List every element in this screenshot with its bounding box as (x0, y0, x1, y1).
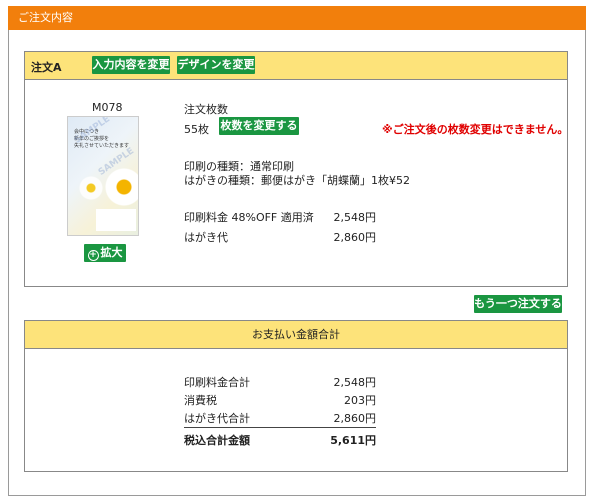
summary-title: お支払い金額合計 (25, 321, 567, 349)
edit-input-button[interactable]: 入力内容を変更 (92, 56, 170, 74)
payment-summary-box: お支払い金額合計 (24, 320, 568, 472)
section-header: ご注文内容 (8, 6, 586, 30)
summary-divider (184, 427, 376, 428)
product-code: M078 (92, 101, 123, 114)
print-fee-value: 2,548円 (333, 211, 377, 224)
section-title: ご注文内容 (18, 11, 73, 24)
total-label: 税込合計金額 (184, 434, 250, 447)
edit-design-button[interactable]: デザインを変更 (177, 56, 255, 74)
order-label: 注文A (31, 61, 62, 74)
postcard-fee-label: はがき代 (184, 231, 228, 244)
zoom-button[interactable]: + 拡大 (84, 244, 126, 262)
card-type: はがきの種類：郵便はがき「胡蝶蘭」1枚¥52 (184, 174, 410, 187)
change-quantity-button[interactable]: 枚数を変更する (219, 117, 299, 135)
order-another-button[interactable]: もう一つ注文する (474, 295, 562, 313)
summary-row-value: 2,548円 (333, 376, 377, 389)
summary-row-label: 印刷料金合計 (184, 376, 250, 389)
summary-row-label: はがき代合計 (184, 412, 250, 425)
zoom-label: 拡大 (100, 246, 123, 259)
postcard-preview-image[interactable]: 会中につき 新年のご挨拶を 失礼させていただきます SAMPLE SAMPLE (67, 116, 139, 236)
summary-row-value: 203円 (344, 394, 376, 407)
plus-circle-icon: + (87, 250, 99, 261)
postcard-fee-value: 2,860円 (333, 231, 377, 244)
quantity-label: 注文枚数 (184, 103, 228, 116)
summary-row-label: 消費税 (184, 394, 217, 407)
quantity-value: 55枚 (184, 123, 209, 136)
summary-row-value: 2,860円 (333, 412, 377, 425)
quantity-warning: ※ご注文後の枚数変更はできません。 (382, 123, 569, 136)
print-fee-label: 印刷料金 48%OFF 適用済 (184, 211, 314, 224)
flower-graphic (78, 175, 104, 201)
address-box (96, 209, 136, 231)
total-value: 5,611円 (330, 434, 376, 447)
